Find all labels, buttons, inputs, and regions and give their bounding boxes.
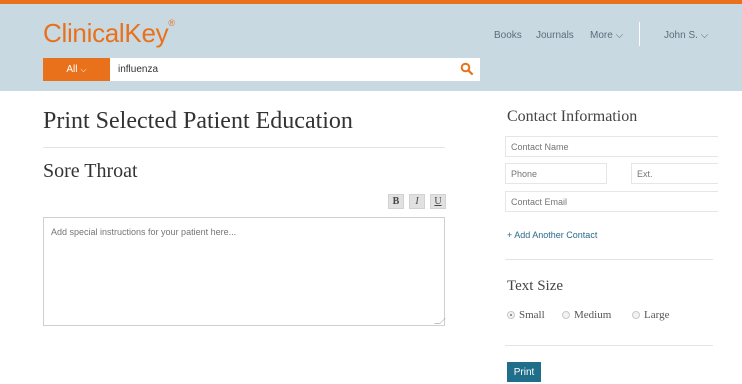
user-name: John S. <box>664 30 698 41</box>
user-menu-dropdown[interactable]: John S. ⌵ <box>664 30 708 41</box>
nav-books-label: Books <box>494 30 522 41</box>
italic-button[interactable]: I <box>409 194 425 209</box>
text-size-small-radio[interactable]: Small <box>507 309 545 321</box>
page-title: Print Selected Patient Education <box>43 108 353 134</box>
text-size-large-label: Large <box>644 309 670 321</box>
phone-field[interactable] <box>505 163 607 184</box>
section-title: Sore Throat <box>43 160 138 182</box>
nav-books[interactable]: Books <box>494 30 522 41</box>
search-scope-label: All <box>66 64 78 75</box>
print-button[interactable]: Print <box>507 362 541 382</box>
nav-journals[interactable]: Journals <box>536 30 574 41</box>
divider <box>505 259 713 260</box>
search-scope-dropdown[interactable]: All ⌵ <box>43 58 110 81</box>
logo-mark: ® <box>168 18 175 29</box>
radio-icon <box>632 311 640 319</box>
search-icon[interactable] <box>460 62 474 76</box>
text-size-medium-radio[interactable]: Medium <box>562 309 611 321</box>
divider <box>43 147 445 148</box>
nav-more-dropdown[interactable]: More ⌵ <box>590 30 623 41</box>
ext-field[interactable] <box>631 163 718 184</box>
radio-selected-icon <box>507 311 515 319</box>
chevron-down-icon: ⌵ <box>615 30 624 41</box>
divider <box>505 345 713 346</box>
header: ClinicalKey® All ⌵ Books Journals More ⌵… <box>0 4 742 91</box>
logo-text: ClinicalKey <box>43 18 169 48</box>
bold-button[interactable]: B <box>388 194 404 209</box>
underline-button[interactable]: U <box>430 194 446 209</box>
nav-journals-label: Journals <box>536 30 574 41</box>
text-size-small-label: Small <box>519 309 545 321</box>
chevron-down-icon: ⌵ <box>80 64 87 74</box>
contact-info-title: Contact Information <box>507 108 638 125</box>
contact-name-field[interactable] <box>505 136 718 157</box>
nav-more-label: More <box>590 30 613 41</box>
clinicalkey-logo[interactable]: ClinicalKey® <box>43 18 175 49</box>
search-bar: All ⌵ <box>43 58 480 81</box>
text-size-title: Text Size <box>507 278 564 294</box>
text-size-medium-label: Medium <box>574 309 612 321</box>
contact-email-field[interactable] <box>505 191 718 212</box>
search-input[interactable] <box>118 58 448 81</box>
instructions-textarea[interactable] <box>43 217 445 326</box>
radio-icon <box>562 311 570 319</box>
text-size-large-radio[interactable]: Large <box>632 309 669 321</box>
chevron-down-icon: ⌵ <box>700 30 709 41</box>
nav-divider <box>639 22 640 46</box>
add-another-contact-link[interactable]: + Add Another Contact <box>507 230 597 240</box>
